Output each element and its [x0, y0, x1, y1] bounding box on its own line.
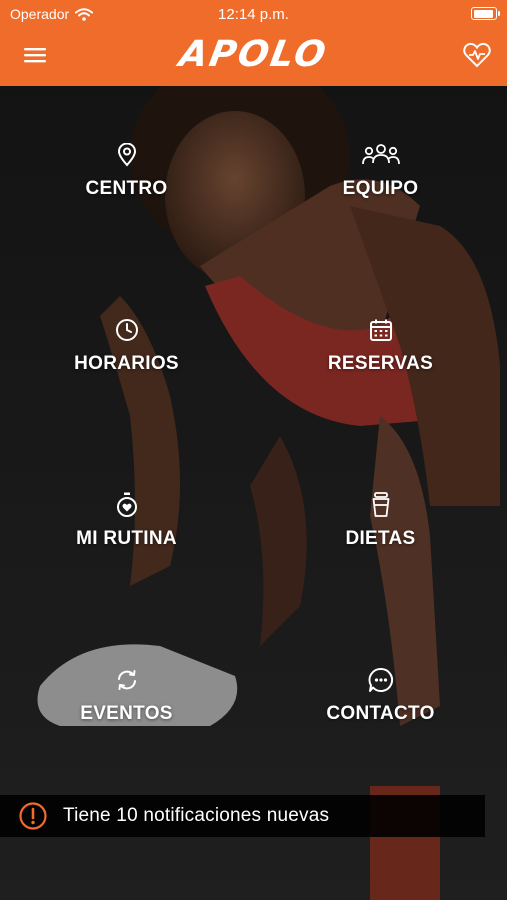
team-icon [361, 142, 401, 168]
cup-icon [361, 492, 401, 518]
chat-bubble-icon [361, 667, 401, 693]
menu-item-label: EQUIPO [342, 178, 419, 199]
app-logo: APOLO [176, 34, 331, 75]
menu-item-dietas[interactable]: DIETAS [254, 436, 507, 611]
notification-banner[interactable]: Tiene 10 notificaciones nuevas [0, 795, 485, 837]
app-screen: Operador 12:14 p.m. APOLO CENTRO EQUIPO … [0, 0, 507, 900]
menu-item-label: HORARIOS [74, 353, 179, 374]
stopwatch-heart-icon [107, 492, 147, 518]
battery-icon [471, 7, 500, 20]
heart-rate-icon[interactable] [463, 42, 491, 68]
status-time: 12:14 p.m. [218, 6, 289, 23]
menu-item-label: MI RUTINA [76, 528, 177, 549]
menu-grid: CENTRO EQUIPO HORARIOS RESERVAS MI RUTIN… [0, 86, 507, 786]
menu-item-label: EVENTOS [80, 703, 173, 724]
status-bar: Operador 12:14 p.m. [0, 0, 507, 28]
notification-text: Tiene 10 notificaciones nuevas [63, 805, 330, 826]
app-header: Operador 12:14 p.m. APOLO [0, 0, 507, 86]
menu-item-eventos[interactable]: EVENTOS [0, 611, 253, 786]
menu-item-reservas[interactable]: RESERVAS [254, 261, 507, 436]
menu-item-label: DIETAS [345, 528, 416, 549]
menu-item-equipo[interactable]: EQUIPO [254, 86, 507, 261]
menu-item-label: RESERVAS [327, 353, 434, 374]
menu-item-label: CENTRO [85, 178, 168, 199]
refresh-icon [107, 667, 147, 693]
menu-item-horarios[interactable]: HORARIOS [0, 261, 253, 436]
alert-circle-icon [19, 802, 47, 830]
menu-item-centro[interactable]: CENTRO [0, 86, 253, 261]
calendar-icon [361, 317, 401, 343]
menu-item-contacto[interactable]: CONTACTO [254, 611, 507, 786]
location-pin-icon [107, 142, 147, 168]
menu-item-mi-rutina[interactable]: MI RUTINA [0, 436, 253, 611]
clock-icon [107, 317, 147, 343]
menu-item-label: CONTACTO [326, 703, 435, 724]
